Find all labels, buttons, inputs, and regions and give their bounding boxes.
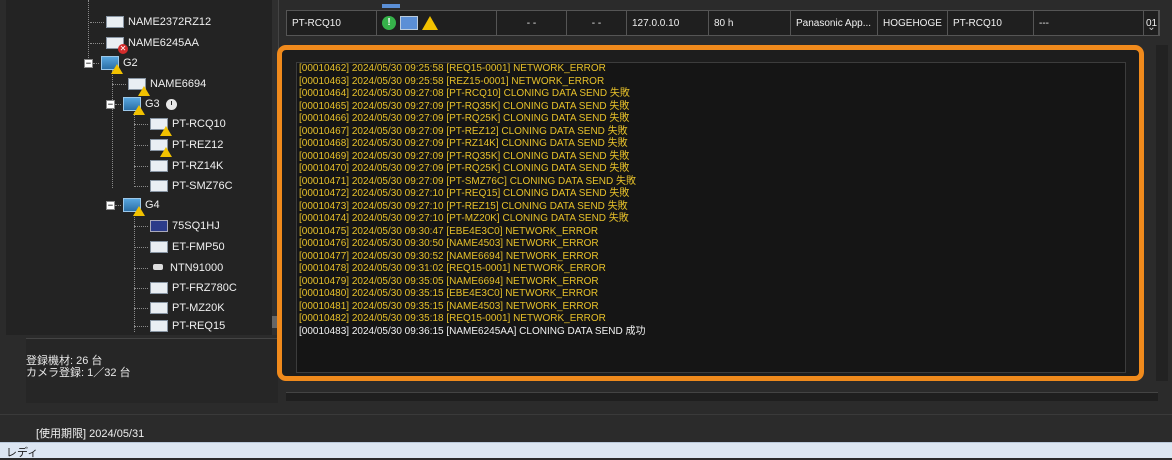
clock-icon — [165, 98, 177, 110]
tree-item[interactable]: NTN91000 — [134, 257, 223, 279]
log-line: [00010476] 2024/05/30 09:30:50 [NAME4503… — [299, 238, 599, 249]
expiry-label: [使用期限] 2024/05/31 — [36, 428, 145, 440]
log-line: [00010469] 2024/05/30 09:27:09 [PT-RQ35K… — [299, 150, 630, 162]
log-panel[interactable]: [00010462] 2024/05/30 09:25:58 [REQ15-00… — [296, 62, 1126, 373]
projector-icon — [150, 160, 168, 172]
projector-icon — [150, 320, 168, 332]
cell-ip: 127.0.0.10 — [627, 11, 709, 35]
display-icon — [150, 220, 168, 232]
log-line: [00010477] 2024/05/30 09:30:52 [NAME6694… — [299, 250, 599, 262]
status-column-indicator — [382, 4, 400, 8]
log-line: [00010472] 2024/05/30 09:27:10 [PT-REQ15… — [299, 188, 630, 199]
tree-item[interactable]: PT-FRZ780C — [134, 277, 237, 299]
collapse-toggle-icon[interactable]: − — [106, 200, 115, 210]
log-line: [00010466] 2024/05/30 09:27:09 [PT-RQ25K… — [299, 113, 630, 124]
log-line: [00010483] 2024/05/30 09:36:15 [NAME6245… — [299, 325, 646, 337]
log-scrollbar[interactable] — [1156, 45, 1168, 381]
log-line: [00010479] 2024/05/30 09:35:05 [NAME6694… — [299, 275, 599, 287]
log-line: [00010481] 2024/05/30 09:35:15 [NAME4503… — [299, 300, 599, 312]
cell-col3: - - — [497, 11, 567, 35]
log-line: [00010465] 2024/05/30 09:27:09 [PT-RQ35K… — [299, 100, 630, 112]
group-icon — [123, 198, 145, 216]
log-line: [00010475] 2024/05/30 09:30:47 [EBE4E3C0… — [299, 225, 599, 237]
status-bar: レディ — [0, 442, 1172, 459]
tree-group-g3[interactable]: − G3 — [106, 93, 177, 115]
device-count-panel: 登録機材: 26 台 カメラ登録: 1／32 台 — [26, 338, 278, 403]
collapse-toggle-icon[interactable]: − — [106, 99, 115, 109]
device-table-row[interactable]: PT-RCQ10 ! - - - - 127.0.0.10 80 h Panas… — [286, 10, 1160, 36]
group-icon — [101, 56, 123, 74]
log-line: [00010464] 2024/05/30 09:27:08 [PT-RCQ10… — [299, 88, 630, 99]
warning-icon — [422, 16, 438, 30]
group-icon — [123, 97, 145, 115]
tree-item[interactable]: ET-FMP50 — [134, 236, 225, 258]
tree-group-g2[interactable]: − G2 — [84, 52, 138, 74]
cell-user: HOGEHOGE — [878, 11, 948, 35]
cell-model: PT-RCQ10 — [948, 11, 1034, 35]
log-line: [00010474] 2024/05/30 09:27:10 [PT-MZ20K… — [299, 213, 629, 224]
projector-icon — [150, 139, 172, 157]
box-icon — [150, 241, 168, 253]
cell-hours: 80 h — [709, 11, 791, 35]
projector-icon — [128, 78, 150, 96]
projector-icon — [106, 16, 124, 28]
tree-item[interactable]: PT-RZ14K — [134, 155, 223, 177]
camera-count: カメラ登録: 1／32 台 — [26, 367, 131, 379]
tree-connector — [88, 0, 89, 60]
projector-icon — [150, 282, 168, 294]
tree-item[interactable]: 75SQ1HJ — [134, 215, 220, 237]
status-text: レディ — [6, 447, 39, 459]
right-panel-bottom — [286, 392, 1158, 401]
cell-name: PT-RCQ10 — [287, 11, 377, 35]
cell-status: ! — [377, 11, 497, 35]
tree-item[interactable]: PT-REQ15 — [134, 315, 225, 335]
log-line: [00010480] 2024/05/30 09:35:15 [EBE4E3C0… — [299, 288, 599, 299]
tree-item[interactable]: PT-REZ12 — [134, 134, 223, 157]
projector-icon — [150, 302, 168, 314]
log-highlight-frame: [00010462] 2024/05/30 09:25:58 [REQ15-00… — [277, 45, 1144, 381]
tree-item[interactable]: NAME6694 — [112, 73, 206, 96]
log-line: [00010473] 2024/05/30 09:27:10 [PT-REZ15… — [299, 200, 628, 212]
log-line: [00010471] 2024/05/30 09:27:09 [PT-SMZ76… — [299, 175, 637, 187]
cell-extra: --- — [1034, 11, 1144, 35]
chevron-down-icon[interactable]: ⌄ — [1145, 22, 1158, 38]
tree-group-g4[interactable]: − G4 — [106, 194, 160, 216]
log-line: [00010482] 2024/05/30 09:35:18 [REQ15-00… — [299, 313, 606, 324]
log-line: [00010467] 2024/05/30 09:27:09 [PT-REZ12… — [299, 125, 628, 137]
audio-status-icon — [400, 16, 418, 30]
projector-icon: ✕ — [106, 37, 128, 54]
cell-maker: Panasonic App... — [791, 11, 878, 35]
cell-col4: - - — [567, 11, 627, 35]
expiry-bar: [使用期限] 2024/05/31 — [0, 414, 1172, 443]
log-line: [00010463] 2024/05/30 09:25:58 [REZ15-00… — [299, 75, 605, 87]
log-line: [00010470] 2024/05/30 09:27:09 [PT-RQ25K… — [299, 163, 630, 174]
device-tree-panel[interactable]: NAME2372RZ12 ✕ NAME6245AA − G2 NAME6694 … — [6, 0, 279, 335]
log-line: [00010462] 2024/05/30 09:25:58 [REQ15-00… — [299, 63, 606, 74]
collapse-toggle-icon[interactable]: − — [84, 58, 93, 68]
status-ok-icon: ! — [382, 16, 396, 30]
projector-icon — [150, 180, 168, 192]
projector-icon — [150, 118, 172, 136]
tree-item[interactable]: NAME2372RZ12 — [90, 11, 211, 33]
log-line: [00010478] 2024/05/30 09:31:02 [REQ15-00… — [299, 263, 606, 274]
log-line: [00010468] 2024/05/30 09:27:09 [PT-RZ14K… — [299, 138, 628, 149]
camera-icon — [150, 262, 166, 274]
tree-item[interactable]: PT-RCQ10 — [134, 113, 226, 136]
registered-count: 登録機材: 26 台 — [26, 355, 103, 367]
tree-item[interactable]: ✕ NAME6245AA — [90, 32, 199, 54]
